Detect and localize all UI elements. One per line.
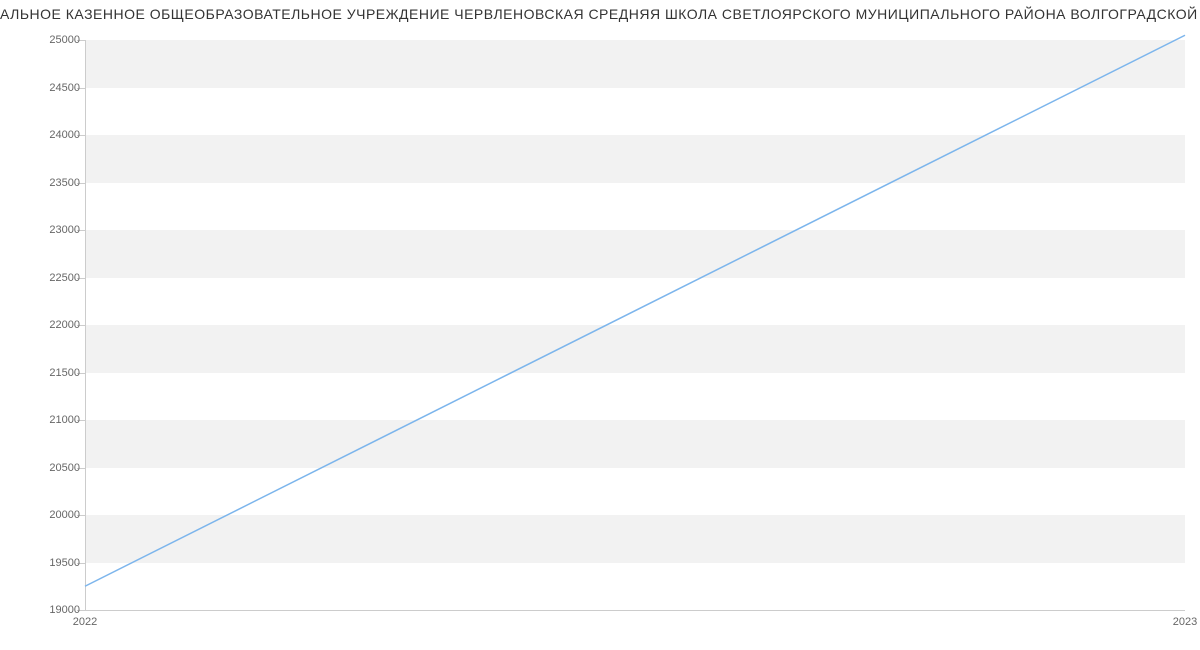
x-tick-label: 2022 <box>73 616 97 628</box>
y-tick-label: 19500 <box>30 557 80 569</box>
y-tick-label: 24500 <box>30 82 80 94</box>
chart-title: АЛЬНОЕ КАЗЕННОЕ ОБЩЕОБРАЗОВАТЕЛЬНОЕ УЧРЕ… <box>0 6 1200 22</box>
y-tick-label: 25000 <box>30 34 80 46</box>
y-tick-label: 20000 <box>30 509 80 521</box>
y-tick-label: 23000 <box>30 224 80 236</box>
y-tick-label: 22000 <box>30 319 80 331</box>
y-tick-label: 21500 <box>30 367 80 379</box>
y-tick-label: 22500 <box>30 272 80 284</box>
y-tick-label: 24000 <box>30 129 80 141</box>
x-tick-label: 2023 <box>1173 616 1197 628</box>
series-line <box>85 35 1185 586</box>
y-tick-label: 23500 <box>30 177 80 189</box>
chart-container: АЛЬНОЕ КАЗЕННОЕ ОБЩЕОБРАЗОВАТЕЛЬНОЕ УЧРЕ… <box>0 0 1200 650</box>
y-tick-label: 19000 <box>30 604 80 616</box>
y-tick-label: 21000 <box>30 414 80 426</box>
y-tick-label: 20500 <box>30 462 80 474</box>
line-layer <box>85 40 1185 610</box>
plot-area <box>85 40 1185 611</box>
